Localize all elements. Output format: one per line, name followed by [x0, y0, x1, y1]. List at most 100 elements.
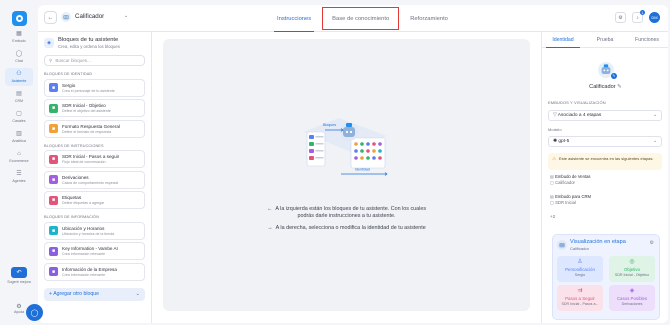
back-button[interactable]: ← — [44, 11, 57, 24]
viz-card[interactable]: ◎ Objetivo SDR Inicial - Objetivo — [609, 256, 655, 282]
chevron-down-icon: ⌄ — [135, 291, 140, 297]
nav-item-ecommerce[interactable]: ⌂ Ecommerce — [5, 148, 33, 166]
funnel-select[interactable]: ▽ Asociado a 4 etapas ⌄ — [548, 110, 662, 121]
blocks-header: ◈ Bloques de tu asistente Crea, edita y … — [44, 37, 145, 49]
funnel-link-1[interactable]: ▤ Embudo de Ventas ▢ Calificador — [550, 174, 591, 185]
model-section-label: Modelo — [548, 127, 562, 132]
block-card[interactable]: ■ Key Information - Vambe AI Crea informac… — [44, 242, 145, 260]
undo-icon[interactable]: ↶ — [11, 267, 27, 278]
funnel-value: Asociado a 4 etapas — [557, 113, 602, 118]
assistant-name[interactable]: Calificador — [75, 13, 104, 20]
viz-card-title: Personificación — [565, 267, 595, 272]
chat-icon: ◯ — [15, 51, 23, 57]
block-title: SDR Inicial - Pasos a seguir — [62, 154, 120, 159]
funnel-icon: ▽ — [553, 113, 557, 118]
block-card[interactable]: ■ Ubicación y Horarios Ubicación y horario… — [44, 221, 145, 240]
block-card[interactable]: ■ Etiquetas Define etiquetas a agregar — [44, 191, 145, 209]
block-card[interactable]: ■ Derivaciones Casos de comportamiento esp… — [44, 170, 145, 189]
block-subtitle: Crea información relevante — [62, 252, 106, 256]
add-block-button[interactable]: + Agregar otro bloque ⌄ — [44, 287, 145, 301]
block-icon: ■ — [49, 246, 58, 256]
funnel-link-2[interactable]: ▤ Embudo para CRM ▢ SDR Inicial — [550, 194, 591, 205]
settings-icon[interactable]: ⚙ — [615, 12, 626, 23]
block-subtitle: Crea información relevante — [62, 272, 106, 277]
store-icon: ⌂ — [17, 151, 21, 157]
suggest-improvement[interactable]: ↶ Sugerir mejora — [5, 267, 33, 284]
nav-label: Analítica — [12, 139, 26, 143]
chevron-down-icon: ⌄ — [652, 139, 657, 144]
funnel-link-stage: Calificador — [555, 179, 575, 185]
canvas-area: Bloques Identidad ← A la izquierda están… — [163, 39, 530, 311]
tab-identidad[interactable]: Identidad — [542, 32, 584, 48]
nav-item-analitica[interactable]: ▥ Analítica — [5, 128, 33, 146]
blocks-panel: ◈ Bloques de tu asistente Crea, edita y … — [38, 32, 152, 323]
crm-icon: ▤ — [16, 91, 22, 97]
blocks-search-input[interactable]: ⚲ Buscar bloques... — [44, 55, 145, 66]
chevron-down-icon[interactable]: ⌄ — [124, 13, 128, 19]
nav-label: Agentes — [12, 179, 26, 183]
nav-item-embudo[interactable]: ▦ Embudo — [5, 28, 33, 46]
block-subtitle: Define el objetivo del asistente — [62, 109, 111, 113]
viz-card[interactable]: ◈ Casos Posibles Derivaciones — [609, 285, 655, 311]
block-title: Sergio — [62, 82, 76, 88]
bell-icon[interactable]: ♪ 1 — [632, 10, 645, 23]
identity-name-text: Calificador — [589, 84, 616, 90]
target-icon: ◎ — [629, 259, 635, 265]
identity-tabs: Identidad Prueba Funciones — [542, 32, 668, 48]
main-tabs: Instrucciones Base de conocimiento Refor… — [268, 5, 457, 32]
block-icon: ■ — [49, 83, 58, 92]
analytics-icon: ▥ — [16, 131, 22, 137]
nav-item-crm[interactable]: ▤ CRM — [5, 88, 33, 106]
nav-item-chat[interactable]: ◯ Chat — [5, 48, 33, 66]
tab-reforzamiento[interactable]: Reforzamiento — [401, 5, 457, 32]
block-card[interactable]: ■ SDR Inicial - Objetivo Define el objetiv… — [44, 99, 145, 117]
channels-icon: ▢ — [16, 111, 22, 117]
block-card[interactable]: ■ Sergio Crea el personaje de tu asistente — [44, 78, 145, 97]
search-placeholder: Buscar bloques... — [55, 58, 91, 63]
chat-bubble-icon: ◯ — [30, 309, 39, 317]
block-icon: ■ — [49, 103, 58, 113]
canvas-hint-line2: podrás darle instrucciones a tu asistent… — [297, 213, 396, 219]
tab-funciones[interactable]: Funciones — [626, 32, 668, 47]
arrow-left-icon: ← — [266, 206, 273, 212]
viz-card-subtitle: SDR Inicial - Pasos a... — [561, 301, 599, 306]
add-block-label: Agregar otro bloque — [53, 291, 100, 297]
plus-icon: + — [49, 291, 53, 297]
nav-item-asistente[interactable]: ⚇ Asistente — [5, 68, 33, 86]
block-section-label: BLOQUES DE IDENTIDAD — [44, 72, 93, 76]
viz-title: Visualización en etapa — [570, 239, 626, 245]
canvas-hint-line1: A la izquierda están los bloques de tu a… — [275, 206, 427, 212]
app-logo[interactable] — [11, 11, 27, 26]
viz-card-title: Pasos a Seguir — [565, 296, 595, 301]
assistant-icon: ⚇ — [16, 71, 22, 77]
more-stages-link[interactable]: +2 — [550, 214, 555, 219]
nav-item-agentes[interactable]: ☰ Agentes — [5, 168, 33, 186]
funnel-link-title: Embudo para CRM — [555, 194, 591, 199]
viz-card[interactable]: ♙ Personificación Sergio — [557, 256, 603, 282]
chat-fab-button[interactable]: ◯ — [26, 304, 43, 321]
tab-prueba[interactable]: Prueba — [584, 32, 626, 47]
viz-card-subtitle: SDR Inicial - Objetivo — [614, 272, 650, 277]
block-subtitle: Flujo ideal de conversación — [62, 160, 106, 164]
identity-panel: Identidad Prueba Funciones ✎ Calificador… — [541, 32, 668, 323]
block-card[interactable]: ■ Información de la Empresa Crea informaci… — [44, 262, 145, 281]
stages-warning: ⚠ Este asistente se encuentra en las sig… — [548, 153, 662, 170]
blocks-icon: ◈ — [44, 38, 54, 48]
model-select[interactable]: ✺ gpt-5 ⌄ — [548, 136, 662, 147]
chevron-down-icon: ⌄ — [652, 113, 657, 118]
gear-icon[interactable]: ⚙ — [650, 240, 654, 246]
viz-card[interactable]: ⇉ Pasos a Seguir SDR Inicial - Pasos a... — [557, 285, 603, 311]
canvas-hint-line3: A la derecha, selecciona o modifica la i… — [275, 225, 426, 231]
illus-label-identity: Identidad — [355, 168, 370, 172]
user-avatar[interactable]: DM — [649, 12, 660, 23]
viz-card-title: Objetivo — [623, 267, 641, 272]
block-card[interactable]: ■ Formato Respuesta General Define el form… — [44, 119, 145, 138]
pencil-icon[interactable]: ✎ — [617, 84, 622, 90]
tab-base-de-conocimiento[interactable]: Base de conocimiento — [320, 5, 401, 32]
block-card[interactable]: ■ SDR Inicial - Pasos a seguir Flujo ideal… — [44, 150, 145, 168]
tab-instrucciones[interactable]: Instrucciones — [268, 5, 320, 32]
edit-avatar-icon[interactable]: ✎ — [611, 73, 617, 79]
block-icon: ■ — [49, 124, 58, 133]
block-subtitle: Casos de comportamiento especial — [62, 180, 119, 185]
nav-item-canales[interactable]: ▢ Canales — [5, 108, 33, 126]
